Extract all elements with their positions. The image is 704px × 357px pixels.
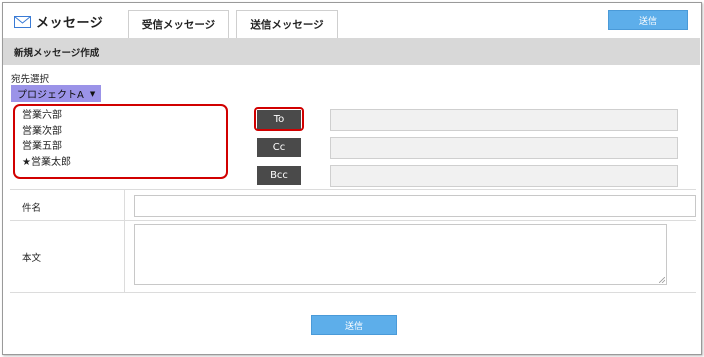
divider (10, 189, 696, 190)
to-button[interactable]: To (257, 110, 301, 129)
recipient-list[interactable]: 営業六部 営業次部 営業五部 ★営業太郎 (13, 104, 228, 179)
divider (10, 220, 696, 221)
divider (10, 292, 696, 293)
tab-inbox[interactable]: 受信メッセージ (128, 10, 229, 38)
recipient-item[interactable]: 営業次部 (22, 124, 226, 140)
subject-label: 件名 (22, 203, 42, 214)
recipient-item[interactable]: 営業五部 (22, 139, 226, 155)
project-dropdown[interactable]: プロジェクトA ▼ (11, 85, 102, 102)
bcc-field[interactable] (330, 165, 678, 187)
recipient-item[interactable]: 営業六部 (22, 108, 226, 124)
tab-sent[interactable]: 送信メッセージ (236, 10, 338, 38)
send-button-bottom[interactable]: 送信 (311, 315, 397, 335)
to-field[interactable] (330, 109, 678, 131)
project-dropdown-value: プロジェクトA (17, 90, 84, 101)
body-label: 本文 (22, 253, 42, 264)
destination-label: 宛先選択 (11, 74, 50, 85)
recipient-item[interactable]: ★営業太郎 (22, 155, 226, 171)
bcc-button[interactable]: Bcc (257, 166, 301, 185)
section-title: 新規メッセージ作成 (3, 38, 700, 65)
divider (124, 189, 125, 292)
app-header: メッセージ (14, 12, 103, 31)
chevron-down-icon: ▼ (89, 89, 96, 98)
subject-input[interactable] (134, 195, 696, 217)
send-button-top[interactable]: 送信 (608, 10, 688, 30)
body-textarea[interactable] (134, 224, 667, 285)
cc-button[interactable]: Cc (257, 138, 301, 157)
app-title: メッセージ (36, 16, 104, 31)
envelope-icon (14, 15, 31, 28)
cc-field[interactable] (330, 137, 678, 159)
resize-grip-icon[interactable] (659, 277, 665, 283)
